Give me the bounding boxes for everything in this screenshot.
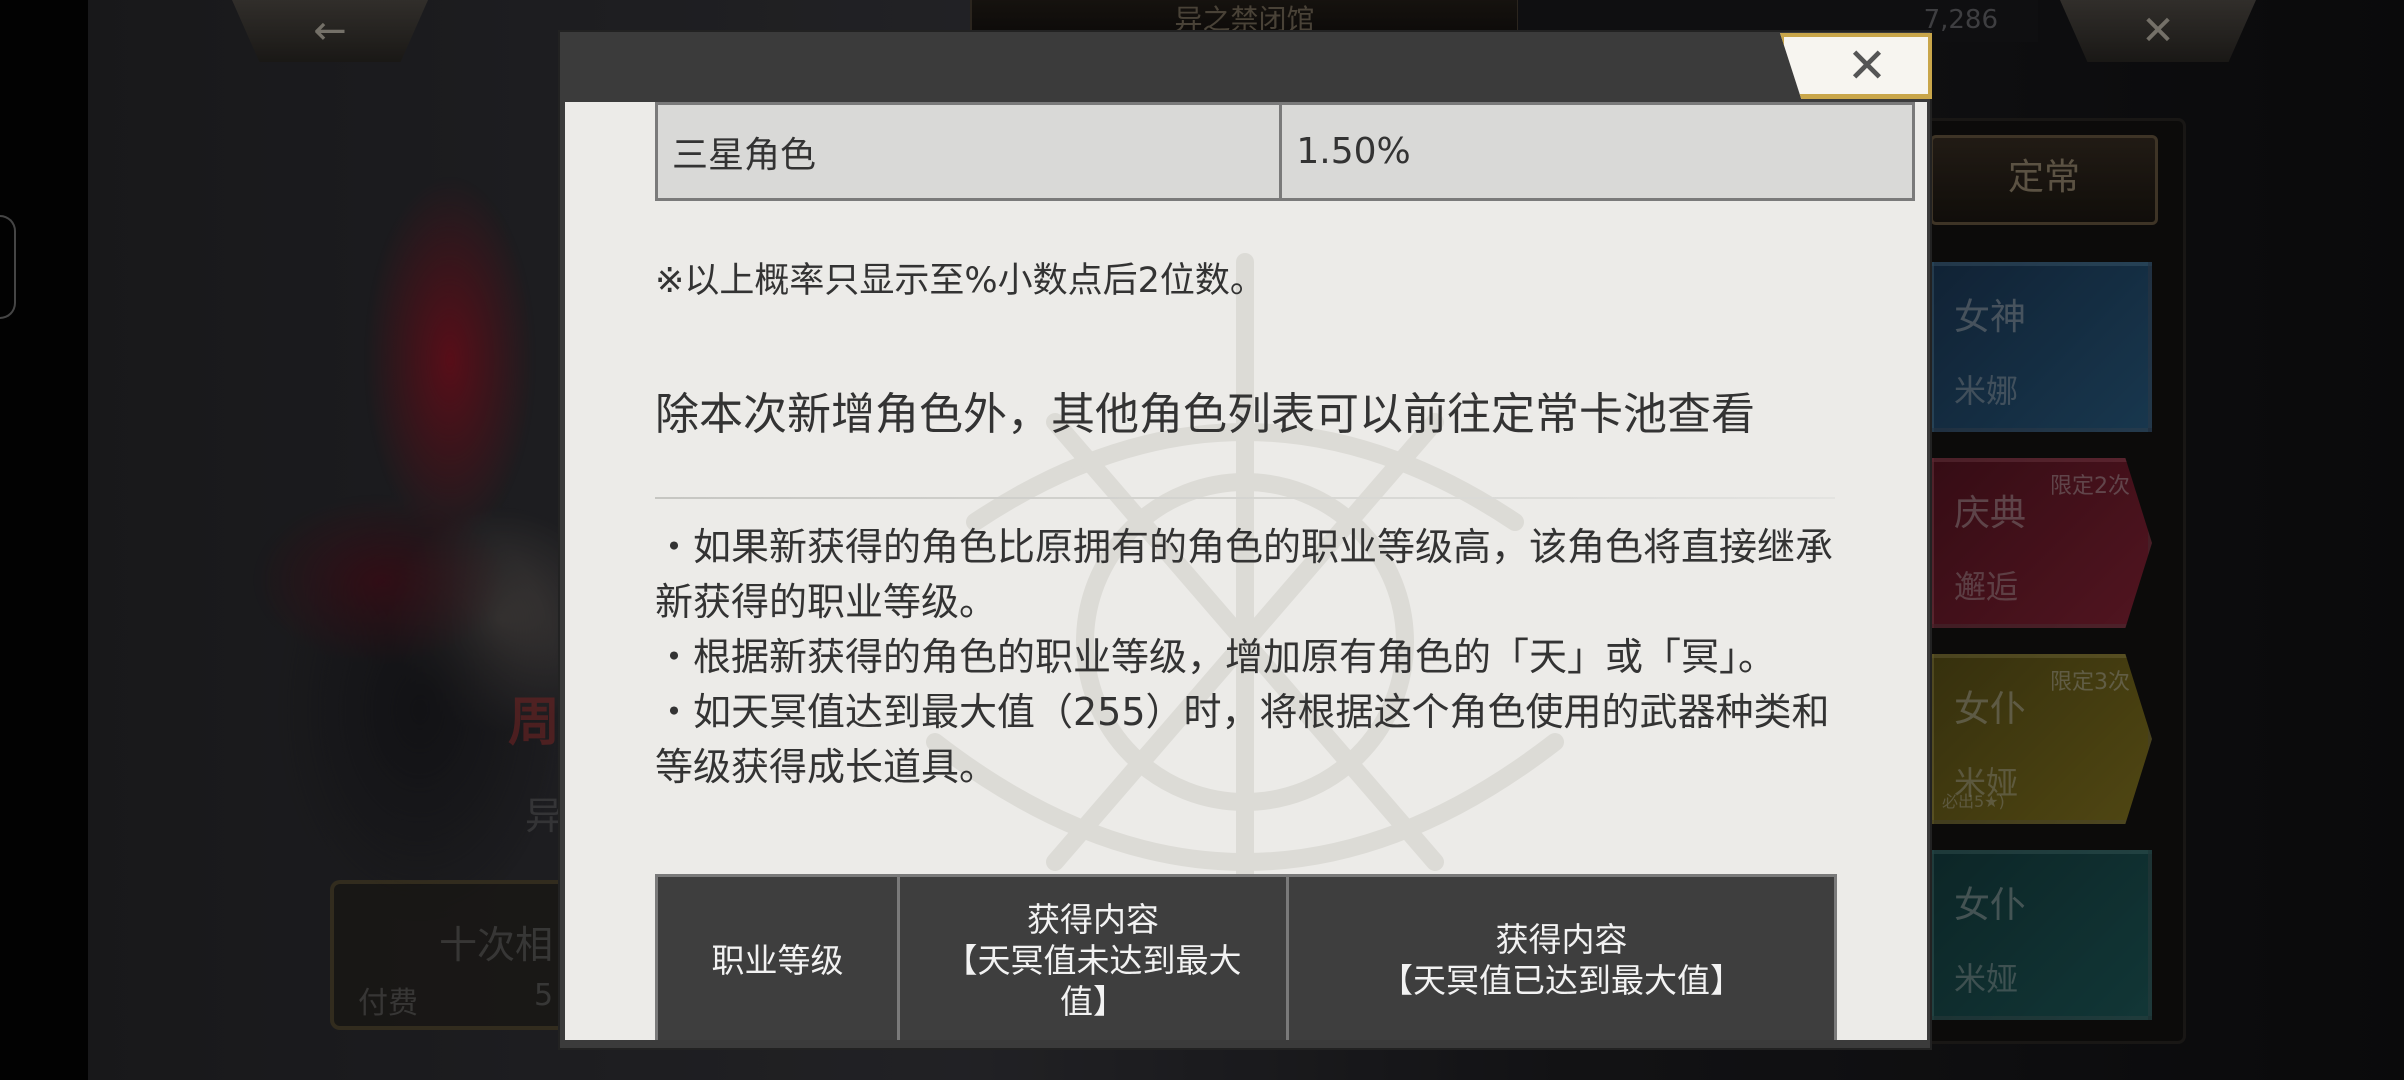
header-text: 获得内容 xyxy=(1495,920,1628,959)
header-text: 获得内容 xyxy=(1026,899,1159,939)
rule-item: ・如天冥值达到最大值（255）时，将根据这个角色使用的武器种类和等级获得成长道具… xyxy=(655,690,1830,789)
section-divider xyxy=(655,497,1835,499)
dialog-close-button[interactable]: ✕ xyxy=(1780,33,1932,99)
header-text: 【天冥值已达到最大值】 xyxy=(1380,961,1744,1000)
header-reward-not-max: 获得内容 【天冥值未达到最大 值】 xyxy=(896,874,1290,1040)
header-class-level: 职业等级 xyxy=(655,874,900,1040)
section-heading: 除本次新增角色外，其他角色列表可以前往定常卡池查看 xyxy=(655,389,1755,440)
class-reward-table: 职业等级 获得内容 【天冥值未达到最大 值】 获得内容 【天冥值已达到最大值】 xyxy=(655,874,1837,1040)
header-reward-max: 获得内容 【天冥值已达到最大值】 xyxy=(1286,874,1837,1040)
rarity-cell: 三星角色 xyxy=(654,102,1283,201)
rule-item: ・如果新获得的角色比原拥有的角色的职业等级高，该角色将直接继承新获得的职业等级。 xyxy=(655,525,1834,624)
header-text: 【天冥值未达到最大 xyxy=(944,940,1242,980)
rate-precision-note: ※以上概率只显示至%小数点后2位数。 xyxy=(655,261,1265,301)
rule-item: ・根据新获得的角色的职业等级，增加原有角色的「天」或「冥」。 xyxy=(655,635,1777,679)
rate-table: 三星角色 1.50% xyxy=(654,102,1915,201)
dialog-scroll-content[interactable]: 三星角色 1.50% ※以上概率只显示至%小数点后2位数。 除本次新增角色外，其… xyxy=(565,102,1927,1040)
rate-cell: 1.50% xyxy=(1279,102,1915,201)
header-text: 职业等级 xyxy=(711,940,844,980)
rules-list: ・如果新获得的角色比原拥有的角色的职业等级高，该角色将直接继承新获得的职业等级。… xyxy=(655,520,1835,795)
header-text: 值】 xyxy=(1059,981,1126,1021)
table-header-row: 职业等级 获得内容 【天冥值未达到最大 值】 获得内容 【天冥值已达到最大值】 xyxy=(655,874,1837,1040)
table-row: 三星角色 1.50% xyxy=(654,102,1915,201)
close-x-icon: ✕ xyxy=(1846,37,1888,94)
